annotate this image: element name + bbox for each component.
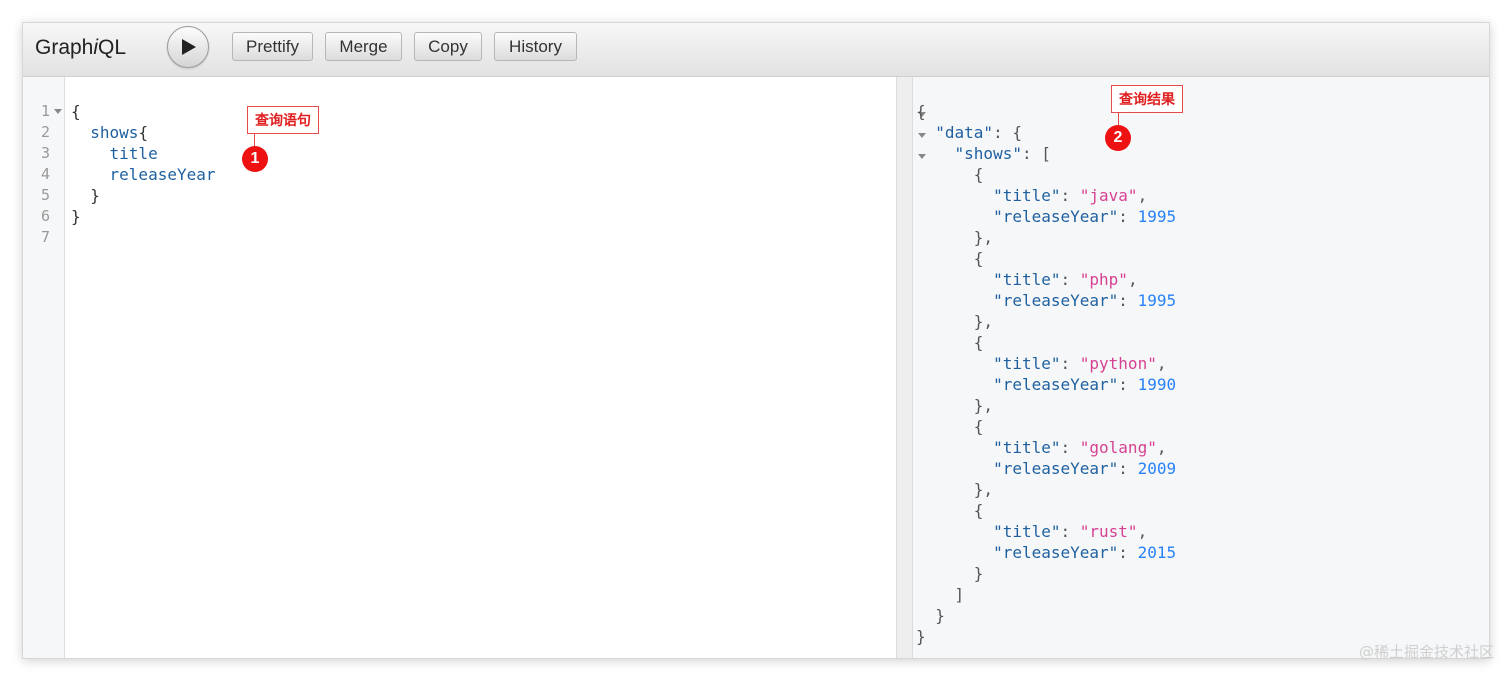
watermark: @稀土掘金技术社区 bbox=[1358, 643, 1494, 661]
result-line: "releaseYear": 1995 bbox=[993, 291, 1177, 310]
code-line: } bbox=[71, 207, 81, 226]
app-title: GraphiQL bbox=[35, 36, 126, 60]
result-line: { bbox=[916, 165, 984, 184]
result-code: { "data": { "shows": [ { "title": "java"… bbox=[916, 101, 1176, 647]
query-editor[interactable]: 1 2 3 4 5 6 7 { shows{ title releaseYear }} bbox=[23, 77, 896, 658]
query-annotation-line bbox=[254, 134, 255, 146]
title-prefix: Graph bbox=[35, 36, 94, 59]
result-line: } bbox=[916, 627, 926, 646]
result-annotation-badge: 2 bbox=[1105, 125, 1131, 151]
result-line: "releaseYear": 1990 bbox=[993, 375, 1177, 394]
prettify-button[interactable]: Prettify bbox=[232, 32, 313, 61]
toolbar: GraphiQL Prettify Merge Copy History bbox=[23, 23, 1489, 77]
result-line: "title": "java", bbox=[993, 186, 1148, 205]
line-gutter: 1 2 3 4 5 6 7 bbox=[23, 77, 65, 658]
history-button[interactable]: History bbox=[494, 32, 577, 61]
line-number: 3 bbox=[40, 144, 50, 162]
result-annotation-line bbox=[1118, 113, 1119, 125]
result-line: "releaseYear": 1995 bbox=[993, 207, 1177, 226]
result-viewer: { "data": { "shows": [ { "title": "java"… bbox=[913, 77, 1489, 658]
line-number: 4 bbox=[40, 165, 50, 183]
graphiql-window: GraphiQL Prettify Merge Copy History 1 2 3… bbox=[22, 22, 1490, 659]
result-line: }, bbox=[916, 312, 994, 331]
result-line: "title": "golang", bbox=[993, 438, 1167, 457]
result-line: "shows": [ bbox=[954, 144, 1051, 163]
result-line: "title": "php", bbox=[993, 270, 1138, 289]
result-line: ] bbox=[916, 585, 965, 604]
code-line: releaseYear bbox=[71, 164, 216, 185]
line-number: 6 bbox=[40, 207, 50, 225]
result-line: "title": "python", bbox=[993, 354, 1167, 373]
line-number: 1 bbox=[40, 102, 50, 120]
code-line: shows{ bbox=[90, 123, 149, 142]
result-line: { bbox=[916, 501, 984, 520]
execute-query-button[interactable] bbox=[167, 26, 209, 68]
copy-button[interactable]: Copy bbox=[414, 32, 482, 61]
code-line: title bbox=[71, 143, 216, 164]
query-code[interactable]: { shows{ title releaseYear }} bbox=[71, 101, 216, 248]
pane-divider[interactable] bbox=[896, 77, 913, 658]
result-annotation-label: 查询结果 bbox=[1111, 85, 1183, 113]
result-line: }, bbox=[916, 228, 994, 247]
result-line: { bbox=[916, 249, 984, 268]
result-line: { bbox=[916, 417, 984, 436]
query-annotation-label: 查询语句 bbox=[247, 106, 319, 134]
result-line: "releaseYear": 2015 bbox=[993, 543, 1177, 562]
result-line: { bbox=[916, 333, 984, 352]
result-line: } bbox=[916, 564, 984, 583]
query-annotation-badge: 1 bbox=[242, 146, 268, 172]
field-token: shows bbox=[90, 123, 139, 142]
line-number: 7 bbox=[40, 228, 50, 246]
code-line: } bbox=[71, 186, 100, 205]
line-number: 5 bbox=[40, 186, 50, 204]
field-token: title bbox=[109, 144, 158, 163]
field-token: releaseYear bbox=[109, 165, 216, 184]
result-line: "title": "rust", bbox=[993, 522, 1148, 541]
result-line: } bbox=[916, 606, 945, 625]
merge-button[interactable]: Merge bbox=[325, 32, 402, 61]
line-number: 2 bbox=[40, 123, 50, 141]
code-line: { bbox=[71, 102, 81, 121]
title-suffix: QL bbox=[98, 36, 127, 59]
result-line: }, bbox=[916, 396, 994, 415]
play-icon bbox=[182, 39, 196, 55]
result-line: }, bbox=[916, 480, 994, 499]
fold-arrow-icon[interactable] bbox=[54, 109, 62, 114]
result-line: "data": { bbox=[935, 123, 1022, 142]
result-line: "releaseYear": 2009 bbox=[993, 459, 1177, 478]
